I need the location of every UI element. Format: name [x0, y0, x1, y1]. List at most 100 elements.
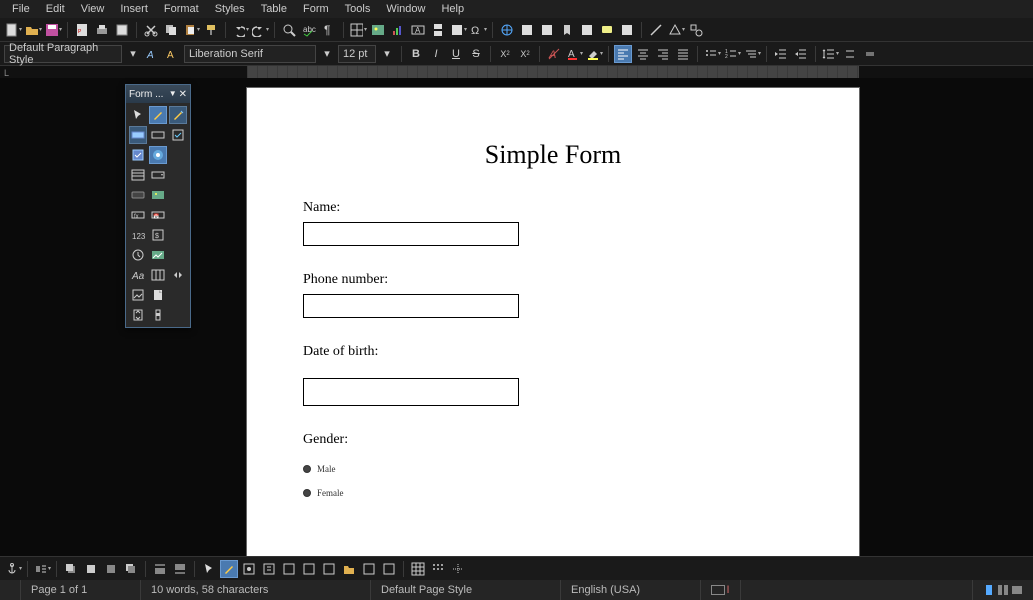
- insert-textbox-button[interactable]: A: [409, 21, 427, 39]
- form-properties-button[interactable]: [260, 560, 278, 578]
- decrease-paragraph-spacing-button[interactable]: [861, 45, 879, 63]
- position-size-button[interactable]: [409, 560, 427, 578]
- helplines-button[interactable]: [449, 560, 467, 578]
- increase-paragraph-spacing-button[interactable]: [841, 45, 859, 63]
- insert-hyperlink-button[interactable]: [498, 21, 516, 39]
- forward-one-button[interactable]: [82, 560, 100, 578]
- insert-endnote-button[interactable]: [538, 21, 556, 39]
- update-style-button[interactable]: A: [144, 45, 162, 63]
- copy-button[interactable]: [162, 21, 180, 39]
- design-mode-toggle[interactable]: [220, 560, 238, 578]
- status-page-style[interactable]: Default Page Style: [371, 580, 561, 600]
- insert-line-button[interactable]: [647, 21, 665, 39]
- formatting-marks-button[interactable]: ¶: [320, 21, 338, 39]
- phone-field[interactable]: [303, 294, 519, 318]
- highlight-color-button[interactable]: [585, 45, 603, 63]
- background-button[interactable]: [171, 560, 189, 578]
- panel-close-icon[interactable]: ✕: [179, 89, 187, 100]
- data-sources-button[interactable]: [340, 560, 358, 578]
- superscript-button[interactable]: X2: [496, 45, 514, 63]
- insert-footnote-button[interactable]: [518, 21, 536, 39]
- check-box-form-button[interactable]: [129, 146, 147, 164]
- menu-insert[interactable]: Insert: [112, 2, 156, 16]
- auto-focus-button[interactable]: [380, 560, 398, 578]
- undo-button[interactable]: [231, 21, 249, 39]
- scrollbar-control-button[interactable]: [149, 306, 167, 324]
- outline-button[interactable]: [743, 45, 761, 63]
- menu-help[interactable]: Help: [433, 2, 472, 16]
- design-mode-button[interactable]: [149, 106, 167, 124]
- select-tool-button[interactable]: [129, 106, 147, 124]
- panel-dropdown-icon[interactable]: ▼: [169, 89, 177, 100]
- new-style-button[interactable]: A: [164, 45, 182, 63]
- status-word-count[interactable]: 10 words, 58 characters: [141, 580, 371, 600]
- print-button[interactable]: [93, 21, 111, 39]
- save-button[interactable]: [44, 21, 62, 39]
- font-size-combo[interactable]: 12 pt: [338, 45, 376, 63]
- form-wizards-button[interactable]: [169, 106, 187, 124]
- insert-table-button[interactable]: [349, 21, 367, 39]
- status-page[interactable]: Page 1 of 1: [21, 580, 141, 600]
- gender-radio-female[interactable]: Female: [303, 488, 803, 498]
- subscript-button[interactable]: X2: [516, 45, 534, 63]
- print-preview-button[interactable]: [113, 21, 131, 39]
- send-back-button[interactable]: [122, 560, 140, 578]
- anchor-button[interactable]: [4, 560, 22, 578]
- menu-edit[interactable]: Edit: [38, 2, 73, 16]
- status-insert-mode[interactable]: I: [701, 580, 741, 600]
- combo-box-button[interactable]: [149, 166, 167, 184]
- grid-button[interactable]: [429, 560, 447, 578]
- find-replace-button[interactable]: [280, 21, 298, 39]
- multi-page-view-button[interactable]: [997, 584, 1009, 596]
- numerical-field-button[interactable]: 123: [129, 226, 147, 244]
- insert-comment-button[interactable]: [598, 21, 616, 39]
- paste-button[interactable]: [182, 21, 200, 39]
- book-view-button[interactable]: [1011, 584, 1023, 596]
- list-box-button[interactable]: [129, 166, 147, 184]
- export-pdf-button[interactable]: P: [73, 21, 91, 39]
- single-page-view-button[interactable]: [983, 584, 995, 596]
- font-size-dropdown-icon[interactable]: ▾: [378, 45, 396, 63]
- strikethrough-button[interactable]: S: [467, 45, 485, 63]
- add-field-button[interactable]: [320, 560, 338, 578]
- numbered-list-button[interactable]: 12: [723, 45, 741, 63]
- push-button-button[interactable]: [129, 186, 147, 204]
- insert-page-break-button[interactable]: [429, 21, 447, 39]
- insert-chart-button[interactable]: [389, 21, 407, 39]
- menu-table[interactable]: Table: [253, 2, 295, 16]
- text-box-button[interactable]: [149, 126, 167, 144]
- document-page[interactable]: Simple Form Name: Phone number: Date of …: [247, 88, 859, 556]
- menu-format[interactable]: Format: [156, 2, 207, 16]
- image-button-button[interactable]: [149, 186, 167, 204]
- foreground-button[interactable]: [151, 560, 169, 578]
- pattern-field-button[interactable]: [149, 246, 167, 264]
- basic-shapes-button[interactable]: [667, 21, 685, 39]
- wrap-button[interactable]: [33, 560, 51, 578]
- insert-image-button[interactable]: [369, 21, 387, 39]
- menu-file[interactable]: File: [4, 2, 38, 16]
- align-center-button[interactable]: [634, 45, 652, 63]
- show-draw-functions-button[interactable]: [687, 21, 705, 39]
- paragraph-style-dropdown-icon[interactable]: ▾: [124, 45, 142, 63]
- spellcheck-button[interactable]: abc: [300, 21, 318, 39]
- control-properties-button[interactable]: [240, 560, 258, 578]
- formatted-field-button[interactable]: fx: [129, 206, 147, 224]
- track-changes-button[interactable]: [618, 21, 636, 39]
- redo-button[interactable]: [251, 21, 269, 39]
- menu-form[interactable]: Form: [295, 2, 337, 16]
- cut-button[interactable]: [142, 21, 160, 39]
- check-box-button[interactable]: [169, 126, 187, 144]
- bullet-list-button[interactable]: [703, 45, 721, 63]
- form-navigator-button[interactable]: [280, 560, 298, 578]
- insert-bookmark-button[interactable]: [558, 21, 576, 39]
- dob-field[interactable]: [303, 378, 519, 406]
- open-button[interactable]: [24, 21, 42, 39]
- status-save-icon[interactable]: [0, 580, 21, 600]
- option-button[interactable]: [149, 146, 167, 164]
- new-button[interactable]: [4, 21, 22, 39]
- back-one-button[interactable]: [102, 560, 120, 578]
- activation-order-button[interactable]: [300, 560, 318, 578]
- insert-cross-reference-button[interactable]: [578, 21, 596, 39]
- menu-tools[interactable]: Tools: [337, 2, 379, 16]
- insert-field-button[interactable]: [449, 21, 467, 39]
